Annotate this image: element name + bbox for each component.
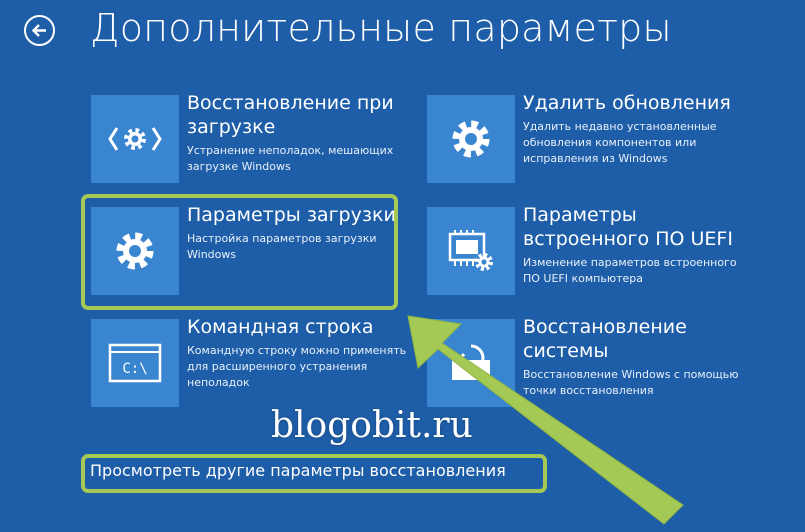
page-title: Дополнительные параметры [90, 6, 672, 50]
tile-description: Устранение неполадок, мешающих загрузке … [187, 144, 394, 173]
tile-description: Изменение параметров встроенного ПО UEFI… [523, 256, 737, 285]
tile-title: Параметры встроенного ПО UEFI [523, 204, 733, 250]
tile-system-restore[interactable]: Восстановление системы Восстановление Wi… [427, 316, 757, 411]
highlight-frame-more-options [81, 454, 547, 493]
startup-repair-icon [91, 95, 179, 183]
tile-description: Удалить недавно установленные обновления… [523, 120, 717, 165]
uefi-chip-icon [427, 207, 515, 295]
tile-uefi-settings[interactable]: Параметры встроенного ПО UEFI Изменение … [427, 204, 757, 299]
tile-uninstall-updates[interactable]: Удалить обновления Удалить недавно устан… [427, 92, 757, 187]
gear-icon [427, 95, 515, 183]
tile-description: Восстановление Windows с помощью точки в… [523, 368, 739, 397]
watermark: blogobit.ru [271, 405, 473, 446]
system-restore-icon [427, 319, 515, 407]
tile-title: Командная строка [187, 316, 374, 338]
prompt-text: C:\ [122, 361, 147, 377]
back-arrow-icon [31, 24, 46, 37]
tile-description: Командную строку можно применять для рас… [187, 344, 407, 389]
highlight-frame-startup-settings [81, 194, 398, 310]
tile-title: Восстановление при загрузке [187, 92, 394, 138]
tile-startup-repair[interactable]: Восстановление при загрузке Устранение н… [91, 92, 421, 187]
tile-command-prompt[interactable]: C:\ Командная строка Командную строку мо… [91, 316, 421, 411]
back-button[interactable] [24, 15, 55, 46]
command-prompt-icon: C:\ [91, 319, 179, 407]
tile-title: Восстановление системы [523, 316, 687, 362]
tile-title: Удалить обновления [523, 92, 731, 114]
